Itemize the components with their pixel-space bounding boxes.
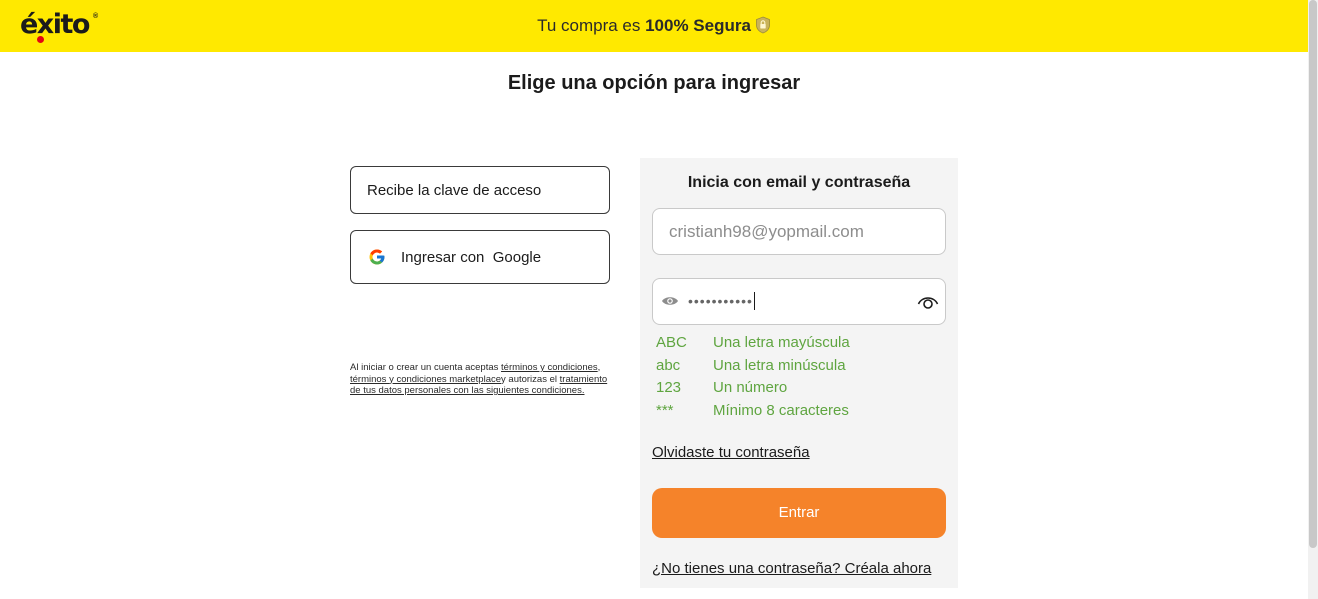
marketplace-terms-link[interactable]: términos y condiciones marketplace	[350, 374, 501, 385]
legal-text-2: ,	[597, 362, 601, 373]
scrollbar-thumb[interactable]	[1309, 0, 1317, 548]
create-password-link[interactable]: ¿No tienes una contraseña? Créala ahora	[652, 560, 931, 577]
google-login-button[interactable]: Ingresar con Google	[350, 230, 610, 284]
page-scrollbar[interactable]	[1308, 0, 1318, 599]
eye-icon	[661, 294, 679, 313]
legal-notice: Al iniciar o crear un cuenta aceptas tér…	[350, 362, 612, 397]
rule-text: Un número	[713, 379, 788, 397]
rule-code: ***	[656, 401, 674, 419]
google-icon	[369, 249, 385, 265]
access-code-button[interactable]: Recibe la clave de acceso	[350, 166, 610, 214]
text-caret	[753, 292, 755, 310]
terms-link[interactable]: términos y condiciones	[501, 362, 598, 373]
legal-text-1: Al iniciar o crear un cuenta aceptas	[350, 362, 502, 373]
toggle-password-visibility-icon[interactable]	[917, 292, 939, 317]
password-rule: ABC Una letra mayúscula	[656, 332, 850, 355]
secure-bold: 100% Segura	[645, 16, 751, 35]
rule-code: 123	[656, 379, 682, 397]
rule-text: Una letra minúscula	[713, 356, 846, 374]
page-title: Elige una opción para ingresar	[507, 72, 801, 94]
submit-button[interactable]: Entrar	[652, 488, 946, 538]
top-bar: éxito ® Tu compra es 100% Segura	[0, 0, 1308, 52]
legal-text-3: y autorizas el	[501, 373, 560, 385]
password-rules-list: ABC Una letra mayúscula abc Una letra minú…	[656, 332, 850, 422]
login-panel-title: Inicia con email y contraseña	[687, 174, 911, 191]
password-rule: *** Mínimo 8 caracteres	[656, 400, 850, 423]
rule-text: Una letra mayúscula	[713, 334, 850, 351]
password-mask-text: •••••••••••	[688, 293, 753, 309]
secure-prefix: Tu compra es	[537, 16, 646, 35]
forgot-password-link[interactable]: Olvidaste tu contraseña	[652, 444, 810, 461]
rule-text: Mínimo 8 caracteres	[713, 401, 849, 419]
google-login-label: Ingresar con Google	[401, 248, 542, 266]
password-rule: 123 Un número	[656, 377, 850, 400]
secure-purchase-banner: Tu compra es 100% Segura	[0, 16, 1308, 39]
access-code-label: Recibe la clave de acceso	[367, 181, 542, 199]
email-field[interactable]: cristianh98@yopmail.com	[652, 208, 946, 255]
rule-code: abc	[656, 356, 681, 374]
shield-lock-icon	[755, 16, 771, 39]
password-rule: abc Una letra minúscula	[656, 355, 850, 378]
rule-code: ABC	[656, 334, 687, 351]
password-field[interactable]: •••••••••••	[652, 278, 946, 325]
email-login-panel: Inicia con email y contraseña cristianh9…	[640, 158, 958, 588]
password-mask: •••••••••••	[688, 292, 755, 310]
